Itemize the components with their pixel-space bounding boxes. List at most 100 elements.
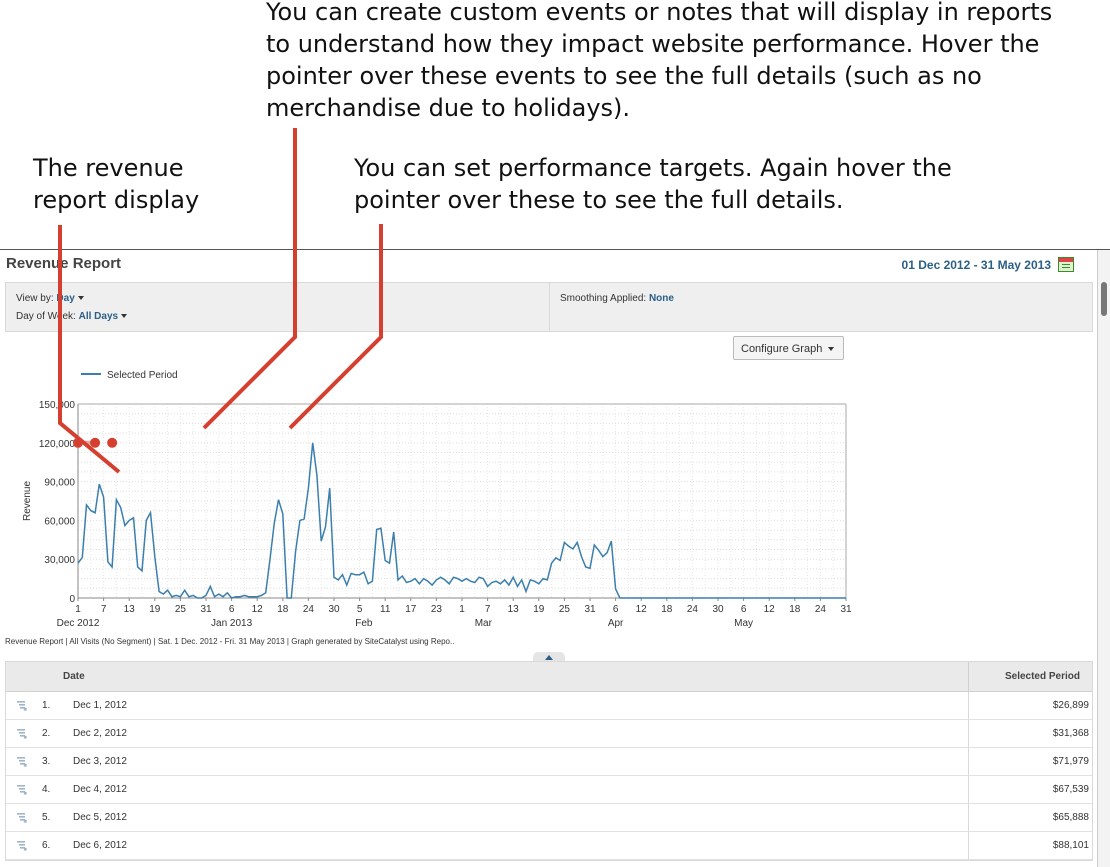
day-of-week-caret-icon[interactable]	[121, 314, 128, 319]
x-tick-label: 5	[357, 604, 363, 615]
options-left-pane: View by: Day Day of Week: All Days	[6, 283, 550, 331]
row-date[interactable]: Dec 6, 2012	[73, 840, 127, 851]
row-date[interactable]: Dec 4, 2012	[73, 784, 127, 795]
table-body: 1. Dec 1, 2012 $26,899 2. Dec 2, 2012 $31,368…	[6, 692, 1092, 860]
y-tick-label: 150,000	[39, 400, 76, 411]
event-marker[interactable]	[90, 437, 101, 448]
x-tick-label: 7	[101, 604, 107, 615]
row-date[interactable]: Dec 2, 2012	[73, 728, 127, 739]
row-number: 6.	[42, 840, 51, 851]
x-tick-label: 1	[75, 604, 81, 615]
row-number: 2.	[42, 728, 51, 739]
x-tick-label: 23	[431, 604, 443, 615]
x-tick-label: 18	[277, 604, 289, 615]
y-tick-label: 60,000	[44, 516, 75, 527]
table-header: Date Selected Period	[6, 662, 1092, 692]
event-marker[interactable]	[73, 437, 83, 448]
breakdown-icon[interactable]	[17, 841, 27, 851]
x-month-label: Jan 2013	[211, 618, 253, 629]
x-month-label: Mar	[475, 618, 493, 629]
row-number: 4.	[42, 784, 51, 795]
table-row[interactable]: 6. Dec 6, 2012 $88,101	[6, 832, 1092, 860]
calendar-icon[interactable]	[1058, 257, 1074, 272]
breakdown-icon[interactable]	[17, 813, 27, 823]
x-tick-label: 31	[584, 604, 596, 615]
x-tick-label: 31	[840, 604, 852, 615]
column-header-date[interactable]: Date	[63, 671, 85, 682]
x-month-label: Apr	[608, 618, 624, 629]
x-tick-label: 19	[533, 604, 545, 615]
row-number: 1.	[42, 700, 51, 711]
date-range-link[interactable]: 01 Dec 2012 - 31 May 2013	[902, 258, 1051, 272]
table-row[interactable]: 4. Dec 4, 2012 $67,539	[6, 776, 1092, 804]
breakdown-icon[interactable]	[17, 729, 27, 739]
table-row[interactable]: 3. Dec 3, 2012 $71,979	[6, 748, 1092, 776]
row-number: 5.	[42, 812, 51, 823]
report-title: Revenue Report	[6, 255, 122, 272]
day-of-week-selector[interactable]: Day of Week: All Days	[16, 311, 128, 322]
breakdown-icon[interactable]	[17, 701, 27, 711]
x-tick-label: 1	[459, 604, 465, 615]
row-date[interactable]: Dec 3, 2012	[73, 756, 127, 767]
x-tick-label: 12	[764, 604, 776, 615]
view-by-caret-icon[interactable]	[77, 296, 84, 301]
x-tick-label: 30	[328, 604, 340, 615]
row-number: 3.	[42, 756, 51, 767]
row-value: $26,899	[968, 692, 1092, 719]
x-tick-label: 13	[124, 604, 136, 615]
x-tick-label: 12	[636, 604, 648, 615]
callout-performance-targets: You can set performance targets. Again h…	[354, 154, 952, 214]
event-marker[interactable]	[107, 437, 118, 448]
report-options-panel: View by: Day Day of Week: All Days Smoot…	[5, 282, 1093, 332]
y-axis-title: Revenue	[22, 481, 33, 521]
callout-report-display: The revenue report display	[33, 154, 200, 214]
view-by-value[interactable]: Day	[56, 293, 74, 304]
x-tick-label: 6	[741, 604, 747, 615]
callout-custom-events: You can create custom events or notes th…	[266, 0, 1053, 122]
legend-label: Selected Period	[107, 370, 178, 381]
x-tick-label: 18	[661, 604, 673, 615]
x-tick-label: 6	[613, 604, 619, 615]
x-tick-label: 19	[149, 604, 161, 615]
row-value: $71,979	[968, 748, 1092, 775]
revenue-report-window: Revenue Report 01 Dec 2012 - 31 May 2013…	[0, 249, 1110, 867]
column-header-selected-period[interactable]: Selected Period	[968, 662, 1092, 691]
chart-footer-note: Revenue Report | All Visits (No Segment)…	[5, 637, 455, 646]
row-date[interactable]: Dec 1, 2012	[73, 700, 127, 711]
vertical-scrollbar[interactable]	[1097, 250, 1110, 867]
scrollbar-thumb[interactable]	[1101, 282, 1107, 316]
y-tick-label: 120,000	[39, 439, 76, 450]
options-right-pane: Smoothing Applied: None	[550, 283, 1094, 331]
x-tick-label: 12	[252, 604, 264, 615]
breakdown-icon[interactable]	[17, 785, 27, 795]
row-value: $88,101	[968, 832, 1092, 859]
smoothing-value[interactable]: None	[649, 293, 674, 304]
row-date[interactable]: Dec 5, 2012	[73, 812, 127, 823]
day-of-week-value[interactable]: All Days	[79, 311, 118, 322]
x-month-label: May	[734, 618, 753, 629]
x-tick-label: 24	[303, 604, 315, 615]
row-value: $31,368	[968, 720, 1092, 747]
x-tick-label: 25	[175, 604, 187, 615]
smoothing-label: Smoothing Applied:	[560, 293, 647, 304]
y-tick-label: 30,000	[44, 555, 75, 566]
smoothing-setting: Smoothing Applied: None	[560, 293, 674, 304]
day-of-week-label: Day of Week:	[16, 311, 76, 322]
view-by-selector[interactable]: View by: Day	[16, 293, 84, 304]
x-tick-label: 6	[229, 604, 235, 615]
x-tick-label: 13	[508, 604, 520, 615]
x-tick-label: 18	[789, 604, 801, 615]
x-tick-label: 25	[559, 604, 571, 615]
table-row[interactable]: 2. Dec 2, 2012 $31,368	[6, 720, 1092, 748]
x-tick-label: 31	[200, 604, 212, 615]
x-tick-label: 7	[485, 604, 491, 615]
x-tick-label: 30	[712, 604, 724, 615]
table-row[interactable]: 5. Dec 5, 2012 $65,888	[6, 804, 1092, 832]
row-value: $67,539	[968, 776, 1092, 803]
table-row[interactable]: 1. Dec 1, 2012 $26,899	[6, 692, 1092, 720]
breakdown-icon[interactable]	[17, 757, 27, 767]
x-tick-label: 24	[815, 604, 827, 615]
revenue-line-chart: 030,00060,00090,000120,000150,000Revenue…	[22, 370, 852, 629]
row-value: $65,888	[968, 804, 1092, 831]
x-month-label: Dec 2012	[57, 618, 100, 629]
